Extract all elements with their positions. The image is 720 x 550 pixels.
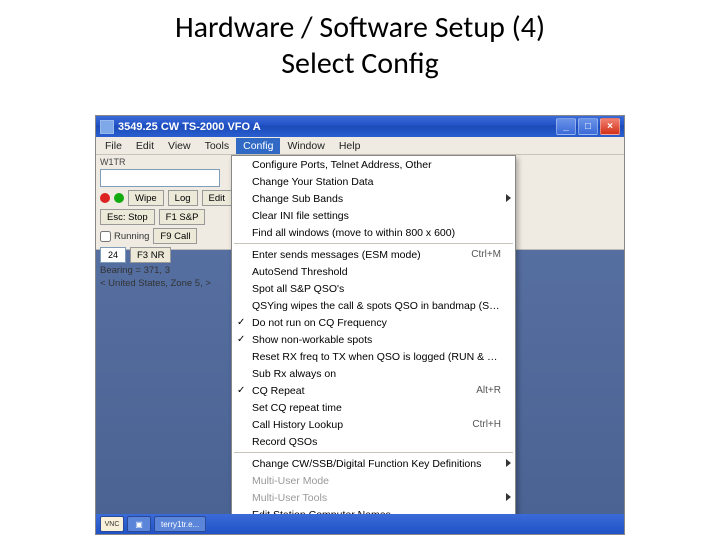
menu-set-cq-repeat-time[interactable]: Set CQ repeat time [232, 399, 515, 416]
menu-show-nonworkable[interactable]: ✓Show non-workable spots [232, 331, 515, 348]
menu-multi-user-tools: Multi-User Tools [232, 489, 515, 506]
slide-title-line2: Select Config [0, 46, 720, 82]
taskbar: VNC ▣ terry1tr.e... [96, 514, 624, 534]
esc-stop-button[interactable]: Esc: Stop [100, 209, 155, 225]
menu-change-station-data[interactable]: Change Your Station Data [232, 173, 515, 190]
f3-button[interactable]: F3 NR [130, 247, 171, 263]
running-label: Running [114, 231, 149, 242]
menu-window[interactable]: Window [280, 138, 331, 154]
window-title: 3549.25 CW TS-2000 VFO A [118, 121, 554, 133]
menu-change-sub-bands[interactable]: Change Sub Bands [232, 190, 515, 207]
titlebar[interactable]: 3549.25 CW TS-2000 VFO A _ □ × [96, 116, 624, 137]
taskbar-vnc-button[interactable]: VNC [100, 516, 124, 532]
config-dropdown-menu: Configure Ports, Telnet Address, Other C… [231, 155, 516, 535]
chevron-right-icon [506, 493, 511, 501]
callsign-input[interactable] [100, 169, 220, 187]
menu-view[interactable]: View [161, 138, 198, 154]
chevron-right-icon [506, 459, 511, 467]
app-icon [100, 120, 114, 134]
menu-qsying-wipes[interactable]: QSYing wipes the call & spots QSO in ban… [232, 297, 515, 314]
check-icon: ✓ [237, 317, 245, 328]
f1-sp-button[interactable]: F1 S&P [159, 209, 206, 225]
menu-cq-repeat[interactable]: ✓CQ RepeatAlt+R [232, 382, 515, 399]
menu-multi-user-mode: Multi-User Mode [232, 472, 515, 489]
tx-indicator-icon [100, 193, 110, 203]
menu-config[interactable]: Config [236, 138, 280, 154]
cw-speed-input[interactable] [100, 247, 126, 263]
menu-autosend-threshold[interactable]: AutoSend Threshold [232, 263, 515, 280]
menubar: File Edit View Tools Config Window Help [96, 137, 624, 155]
rx-indicator-icon [114, 193, 124, 203]
menu-call-history-lookup[interactable]: Call History LookupCtrl+H [232, 416, 515, 433]
menu-file[interactable]: File [98, 138, 129, 154]
menu-separator [234, 243, 513, 244]
close-button[interactable]: × [600, 118, 620, 135]
chevron-right-icon [506, 194, 511, 202]
menu-record-qsos[interactable]: Record QSOs [232, 433, 515, 450]
check-icon: ✓ [237, 385, 245, 396]
wipe-button[interactable]: Wipe [128, 190, 164, 206]
menu-help[interactable]: Help [332, 138, 368, 154]
menu-sub-rx-always[interactable]: Sub Rx always on [232, 365, 515, 382]
menu-tools[interactable]: Tools [198, 138, 237, 154]
taskbar-app-button[interactable]: ▣ [127, 516, 151, 532]
slide-title: Hardware / Software Setup (4) Select Con… [0, 10, 720, 82]
edit-button[interactable]: Edit [202, 190, 232, 206]
menu-edit[interactable]: Edit [129, 138, 161, 154]
menu-spot-sp-qsos[interactable]: Spot all S&P QSO's [232, 280, 515, 297]
slide-title-line1: Hardware / Software Setup (4) [0, 10, 720, 46]
check-icon: ✓ [237, 334, 245, 345]
menu-find-windows[interactable]: Find all windows (move to within 800 x 6… [232, 224, 515, 241]
menu-clear-ini[interactable]: Clear INI file settings [232, 207, 515, 224]
minimize-button[interactable]: _ [556, 118, 576, 135]
menu-configure-ports[interactable]: Configure Ports, Telnet Address, Other [232, 156, 515, 173]
maximize-button[interactable]: □ [578, 118, 598, 135]
running-checkbox-row[interactable]: Running [100, 231, 149, 242]
menu-reset-rx-freq[interactable]: Reset RX freq to TX when QSO is logged (… [232, 348, 515, 365]
menu-separator [234, 452, 513, 453]
log-button[interactable]: Log [168, 190, 198, 206]
app-window: 3549.25 CW TS-2000 VFO A _ □ × File Edit… [95, 115, 625, 535]
taskbar-doc-button[interactable]: terry1tr.e... [154, 516, 206, 532]
menu-esm-mode[interactable]: Enter sends messages (ESM mode)Ctrl+M [232, 246, 515, 263]
menu-change-fkey-defs[interactable]: Change CW/SSB/Digital Function Key Defin… [232, 455, 515, 472]
f9-call-button[interactable]: F9 Call [153, 228, 197, 244]
running-checkbox[interactable] [100, 231, 111, 242]
menu-no-run-cq-freq[interactable]: ✓Do not run on CQ Frequency [232, 314, 515, 331]
